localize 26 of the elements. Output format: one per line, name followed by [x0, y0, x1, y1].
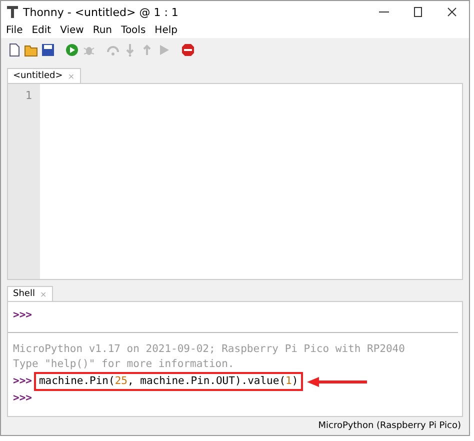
new-file-icon[interactable]	[7, 43, 21, 57]
app-icon	[7, 6, 18, 18]
shell-prompt: >>>	[13, 391, 32, 406]
menu-item[interactable]: Run	[92, 25, 112, 36]
arrow-icon	[307, 376, 368, 388]
save-icon[interactable]	[41, 43, 55, 57]
shell-output: Type "help()" for more information.	[13, 357, 236, 372]
status-text: MicroPython (Raspberry Pi Pico)	[318, 421, 461, 431]
folder-icon[interactable]	[24, 43, 38, 57]
window-title: Thonny - <untitled> @ 1 : 1	[23, 6, 178, 18]
maximize-icon[interactable]	[413, 7, 423, 17]
close-icon[interactable]	[447, 7, 457, 17]
shell-prompt: >>>	[13, 374, 32, 389]
shell-tab[interactable]: Shell ×	[7, 286, 53, 301]
menu-item[interactable]: File	[6, 25, 23, 36]
menu-item[interactable]: View	[60, 25, 84, 36]
run-icon[interactable]	[65, 43, 79, 57]
stop-icon[interactable]	[181, 43, 195, 57]
menu-item[interactable]: Tools	[121, 25, 146, 36]
menu-item[interactable]: Help	[154, 25, 178, 36]
editor-tab[interactable]: <untitled> ×	[7, 68, 81, 83]
menu-item[interactable]: Edit	[32, 25, 52, 36]
shell-output: MicroPython v1.17 on 2021-09-02; Raspberry Pi Pico with RP2040	[13, 342, 406, 357]
highlighted-command: machine.Pin(25, machine.Pin.OUT).value(1)	[34, 372, 304, 391]
line-number: 1	[24, 89, 32, 102]
shell-prompt: >>>	[13, 308, 32, 323]
